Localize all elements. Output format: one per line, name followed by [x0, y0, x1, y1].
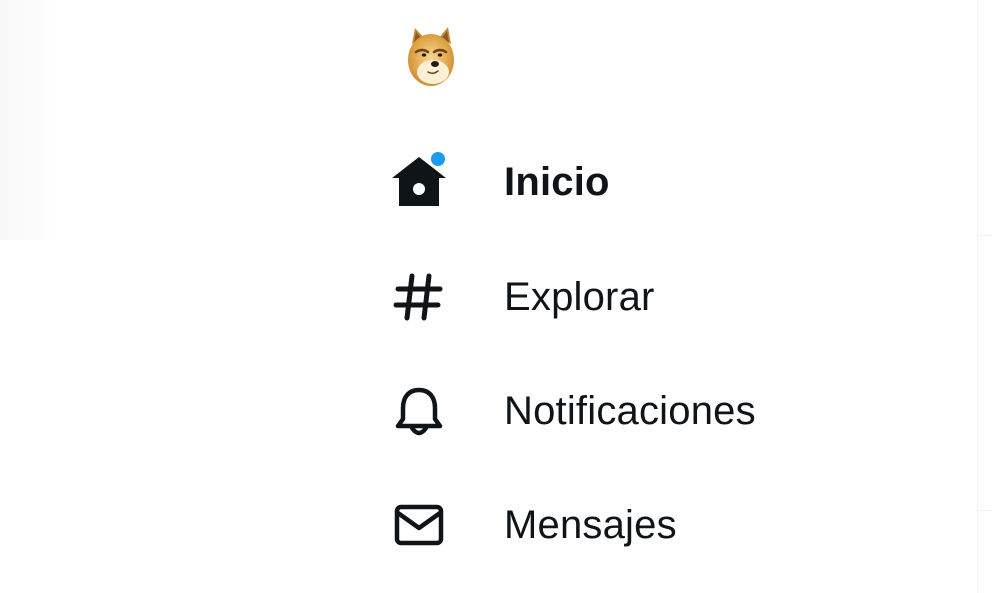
- nav-item-explorar[interactable]: Explorar: [390, 265, 655, 329]
- nav-item-label: Notificaciones: [504, 389, 756, 433]
- home-icon: [390, 150, 448, 211]
- column-divider-tick: [978, 235, 992, 236]
- notification-dot: [429, 150, 447, 168]
- bell-icon: [390, 382, 448, 440]
- nav-item-mensajes[interactable]: Mensajes: [390, 493, 677, 557]
- hashtag-icon: [390, 268, 448, 326]
- nav-item-label: Mensajes: [504, 503, 677, 547]
- column-divider-tick: [978, 510, 992, 511]
- nav-item-notificaciones[interactable]: Notificaciones: [390, 379, 756, 443]
- nav-item-label: Explorar: [504, 275, 655, 319]
- nav-item-inicio[interactable]: Inicio: [390, 150, 610, 214]
- page: Inicio Explorar Notificaciones Mensajes: [0, 0, 992, 593]
- primary-nav: Inicio Explorar Notificaciones Mensajes: [380, 0, 940, 593]
- doge-logo-link[interactable]: [402, 24, 462, 92]
- nav-item-label: Inicio: [504, 160, 610, 204]
- envelope-icon: [390, 496, 448, 554]
- background-panel: [0, 0, 60, 240]
- doge-icon: [408, 27, 454, 86]
- column-divider: [977, 0, 978, 593]
